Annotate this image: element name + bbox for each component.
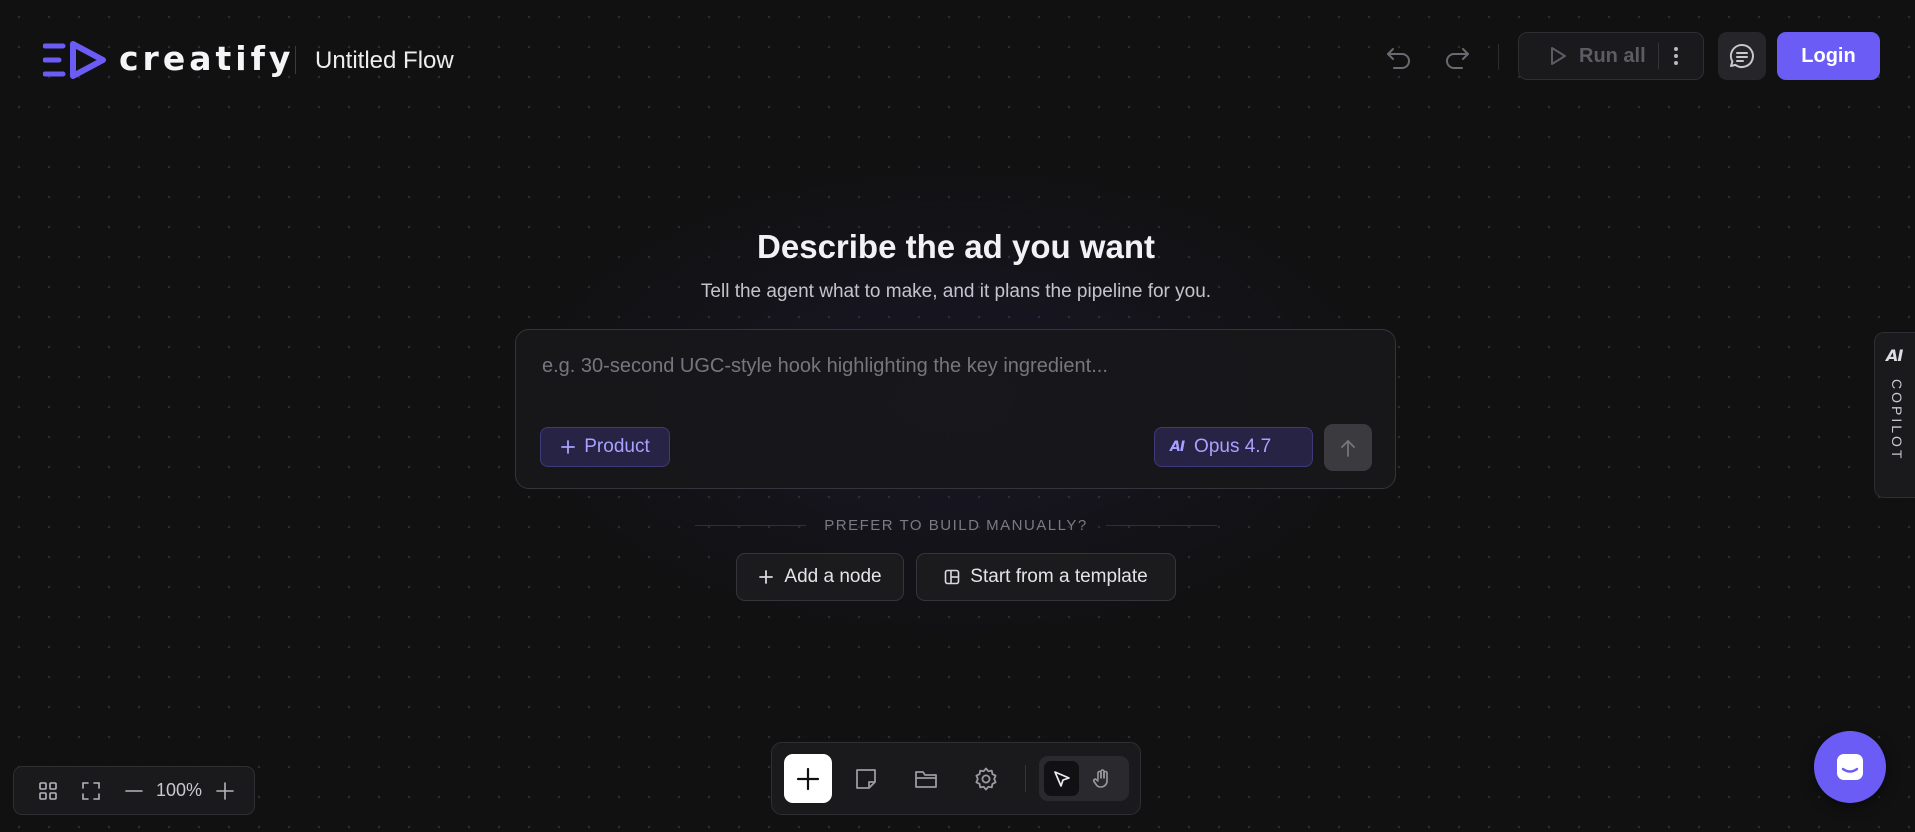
plus-icon — [758, 569, 774, 585]
template-label: Start from a template — [970, 566, 1148, 587]
folder-tool[interactable] — [904, 757, 948, 801]
undo-icon — [1384, 43, 1414, 71]
manual-divider-text: PREFER TO BUILD MANUALLY? — [824, 516, 1088, 534]
divider-line-left — [695, 524, 807, 526]
play-icon — [1547, 45, 1569, 67]
start-template-button[interactable]: Start from a template — [916, 553, 1176, 601]
chat-icon — [1728, 42, 1756, 70]
send-button[interactable] — [1324, 424, 1372, 471]
header-separator — [1498, 44, 1499, 70]
redo-button[interactable] — [1441, 41, 1473, 73]
product-chip-label: Product — [584, 436, 650, 457]
toolbar-separator — [1025, 765, 1026, 792]
add-node-button[interactable]: Add a node — [736, 553, 904, 601]
zoom-out-button[interactable] — [117, 781, 151, 801]
creatify-logo-icon — [43, 38, 109, 82]
minus-icon — [124, 781, 144, 801]
manual-divider: PREFER TO BUILD MANUALLY? — [695, 515, 1217, 535]
add-product-chip[interactable]: Product — [540, 427, 670, 467]
grid-icon — [38, 781, 58, 801]
ai-icon: AI — [1886, 346, 1903, 365]
hand-icon — [1091, 768, 1113, 790]
page-title: Describe the ad you want — [757, 228, 1155, 265]
template-icon — [944, 569, 960, 585]
plus-icon — [795, 766, 821, 792]
zoom-in-button[interactable] — [208, 781, 242, 801]
ai-icon: AI — [1170, 439, 1185, 455]
settings-tool[interactable] — [964, 757, 1008, 801]
model-selector[interactable]: AI Opus 4.7 — [1154, 427, 1313, 467]
redo-icon — [1442, 43, 1472, 71]
undo-button[interactable] — [1383, 41, 1415, 73]
sticky-note-icon — [853, 766, 879, 792]
prompt-input[interactable] — [540, 348, 1364, 384]
messenger-icon — [1834, 751, 1866, 783]
header-divider — [295, 46, 296, 74]
canvas-toolbar — [771, 742, 1141, 815]
copilot-label: COPILOT — [1889, 379, 1905, 462]
pan-tool[interactable] — [1084, 761, 1119, 796]
chat-button[interactable] — [1718, 32, 1766, 80]
prompt-card: Product AI Opus 4.7 — [515, 329, 1396, 489]
run-all-button[interactable]: Run all — [1518, 32, 1704, 80]
page-subtitle: Tell the agent what to make, and it plan… — [700, 281, 1212, 302]
login-button[interactable]: Login — [1777, 32, 1880, 80]
add-node-label: Add a node — [784, 566, 882, 587]
arrow-up-icon — [1339, 438, 1357, 458]
folder-icon — [913, 766, 939, 792]
pointer-icon — [1052, 769, 1072, 789]
fit-view-button[interactable] — [74, 781, 108, 801]
plus-icon — [215, 781, 235, 801]
divider-line-right — [1105, 524, 1217, 526]
select-tool[interactable] — [1044, 761, 1079, 796]
copilot-tab[interactable]: AI COPILOT — [1874, 332, 1915, 498]
zoom-level: 100% — [156, 780, 203, 800]
help-chat-launcher[interactable] — [1814, 731, 1886, 803]
add-node-tool[interactable] — [784, 754, 832, 803]
more-vertical-icon[interactable] — [1673, 46, 1679, 66]
run-all-separator — [1657, 43, 1659, 69]
brand-logo[interactable]: creatify — [43, 38, 294, 82]
zoom-controls: 100% — [13, 766, 255, 815]
flow-title[interactable]: Untitled Flow — [315, 47, 454, 75]
model-label: Opus 4.7 — [1194, 436, 1272, 457]
sticky-note-tool[interactable] — [844, 757, 888, 801]
brand-name: creatify — [119, 38, 295, 78]
grid-view-button[interactable] — [31, 781, 65, 801]
plus-icon — [560, 439, 576, 455]
run-all-label: Run all — [1579, 44, 1646, 67]
fullscreen-icon — [81, 781, 101, 801]
settings-icon — [973, 766, 999, 792]
